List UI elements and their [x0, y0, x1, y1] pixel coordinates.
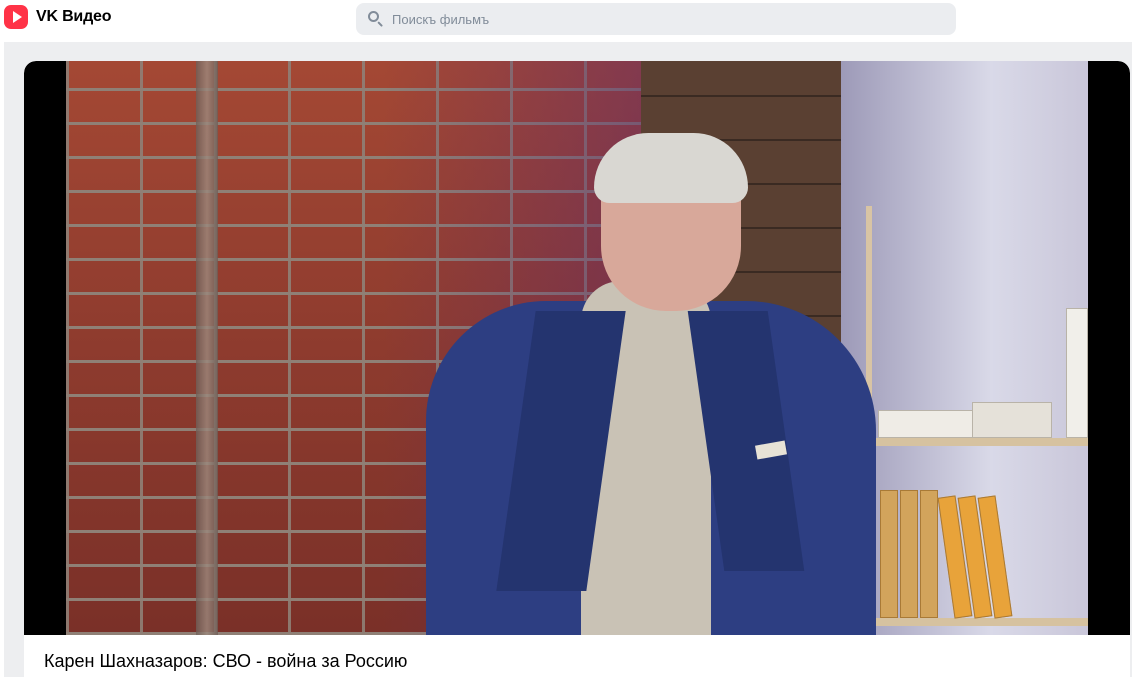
video-info: Карен Шахназаров: СВО - война за Россию [24, 635, 1130, 677]
app-logo[interactable]: VK Видео [4, 5, 111, 29]
video-title: Карен Шахназаров: СВО - война за Россию [44, 651, 408, 671]
book [972, 402, 1052, 438]
app-name: VK Видео [36, 8, 112, 25]
video-player[interactable] [24, 61, 1130, 635]
book [1066, 308, 1088, 438]
video-card: Карен Шахназаров: СВО - война за Россию [24, 61, 1130, 677]
top-bar: VK Видео [0, 0, 1132, 40]
search-bar[interactable] [356, 3, 956, 35]
interviewee [426, 133, 906, 635]
brick-column [196, 61, 218, 635]
book-row [874, 488, 1088, 619]
hair [594, 133, 748, 203]
search-input[interactable] [392, 11, 912, 27]
book-row [874, 288, 1088, 438]
search-icon [368, 11, 384, 27]
video-frame[interactable] [66, 61, 1088, 635]
book [920, 490, 938, 618]
vk-video-play-icon [4, 5, 28, 29]
